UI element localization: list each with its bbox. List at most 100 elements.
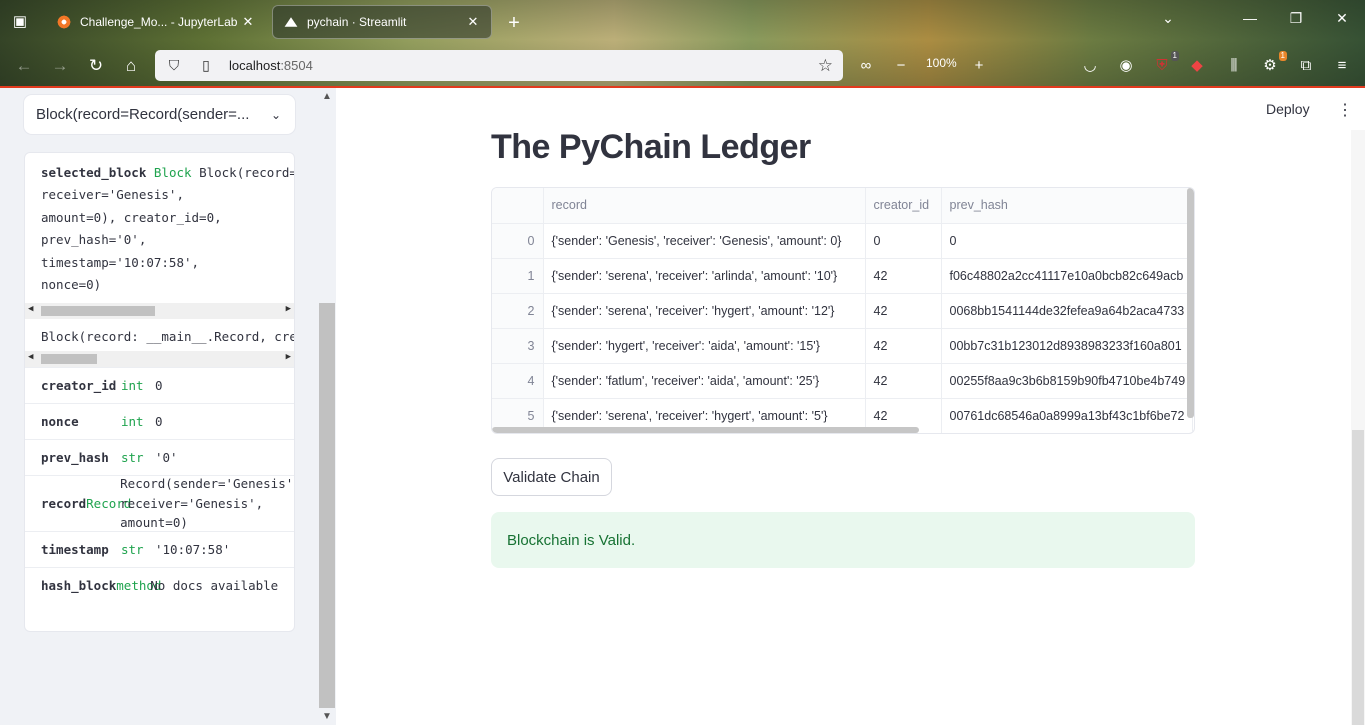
cell-creator-id[interactable]: 42 xyxy=(865,258,942,294)
attribute-type: str xyxy=(121,450,144,465)
validate-chain-button[interactable]: Validate Chain xyxy=(491,458,612,496)
scroll-thumb[interactable] xyxy=(41,354,97,364)
tab-list-icon[interactable]: ▣ xyxy=(6,10,34,34)
attribute-name: record xyxy=(41,496,87,511)
zoom-in-icon[interactable]: + xyxy=(968,55,990,77)
scroll-thumb[interactable] xyxy=(319,303,335,708)
cell-record[interactable]: {'sender': 'fatlum', 'receiver': 'aida',… xyxy=(543,363,866,399)
cell-creator-id[interactable]: 42 xyxy=(865,363,942,399)
cell-record[interactable]: {'sender': 'serena', 'receiver': 'arlind… xyxy=(543,258,866,294)
cell-prev-hash[interactable]: 0068bb1541144de32fefea9a64b2aca4733 xyxy=(941,293,1193,329)
puzzle-icon[interactable]: ⧉ xyxy=(1295,55,1317,77)
sidebar-scrollbar[interactable]: ▲ ▼ xyxy=(318,88,336,725)
cell-record[interactable]: {'sender': 'hygert', 'receiver': 'aida',… xyxy=(543,328,866,364)
jupyter-icon xyxy=(56,14,72,30)
scroll-left-icon[interactable]: ◀ xyxy=(28,304,33,314)
attribute-row: prev_hash str '0' xyxy=(25,439,294,475)
tab-overflow-chevron-icon[interactable]: ⌄ xyxy=(1156,10,1180,27)
attribute-name: hash_block xyxy=(41,578,117,593)
zoom-level[interactable]: 100% xyxy=(926,56,957,70)
column-header-creator-id[interactable]: creator_id xyxy=(865,188,942,224)
cell-creator-id[interactable]: 42 xyxy=(865,293,942,329)
cell-creator-id[interactable]: 42 xyxy=(865,328,942,364)
scroll-left-icon[interactable]: ◀ xyxy=(28,352,33,362)
row-index: 0 xyxy=(492,223,544,259)
address-bar[interactable]: ⛉ ▯ localhost:8504 ☆ xyxy=(155,50,843,81)
table-row: 4 {'sender': 'fatlum', 'receiver': 'aida… xyxy=(492,363,1193,399)
attribute-type: str xyxy=(121,542,144,557)
scroll-down-icon[interactable]: ▼ xyxy=(322,711,332,722)
reload-icon[interactable]: ↻ xyxy=(84,54,108,78)
pocket-icon[interactable]: ◡ xyxy=(1079,55,1101,77)
table-row: 1 {'sender': 'serena', 'receiver': 'arli… xyxy=(492,258,1193,294)
success-alert: Blockchain is Valid. xyxy=(491,512,1195,568)
scroll-up-icon[interactable]: ▲ xyxy=(322,91,332,102)
attribute-type: int xyxy=(121,414,144,429)
main-scrollbar[interactable] xyxy=(1351,130,1365,725)
cell-prev-hash[interactable]: 00255f8aa9c3b6b8159b90fb4710be4b749 xyxy=(941,363,1193,399)
accent-line xyxy=(0,86,1365,88)
ledger-dataframe[interactable]: record creator_id prev_hash 0 {'sender':… xyxy=(491,187,1195,434)
private-mask-icon[interactable]: ∞ xyxy=(855,55,877,77)
table-horizontal-scrollbar[interactable] xyxy=(492,427,919,433)
deploy-button[interactable]: Deploy xyxy=(1266,101,1310,117)
ublock-icon[interactable]: ⛨ 1 xyxy=(1151,51,1179,77)
cell-prev-hash[interactable]: 0 xyxy=(941,223,1193,259)
url-host: localhost xyxy=(229,58,281,73)
bookmark-star-icon[interactable]: ☆ xyxy=(818,56,833,76)
column-header-index[interactable] xyxy=(492,188,544,224)
browser-chrome: ▣ Challenge_Mo... - JupyterLab ✕ pychain… xyxy=(0,0,1365,88)
scroll-right-icon[interactable]: ▶ xyxy=(286,352,291,362)
block-selectbox[interactable]: Block(record=Record(sender=... ⌄ xyxy=(24,95,295,134)
horizontal-scrollbar[interactable]: ◀ ▶ xyxy=(25,303,294,319)
repr-line: Block(record=Record(sender='Genesis', xyxy=(199,165,294,180)
extension-red-icon[interactable]: ◆ xyxy=(1186,55,1208,77)
table-header-row: record creator_id prev_hash xyxy=(492,188,1193,224)
restore-icon[interactable]: ❐ xyxy=(1284,10,1308,27)
attribute-row: record Record Record(sender='Genesis', r… xyxy=(25,475,294,531)
close-icon[interactable]: ✕ xyxy=(465,14,481,30)
cell-record[interactable]: {'sender': 'serena', 'receiver': 'hygert… xyxy=(543,293,866,329)
extension-badge: 1 xyxy=(1278,51,1287,61)
extension-icon[interactable]: ⚙ 1 xyxy=(1259,51,1287,77)
page-icon[interactable]: ▯ xyxy=(197,57,215,74)
home-icon[interactable]: ⌂ xyxy=(119,54,143,78)
cell-prev-hash[interactable]: 00bb7c31b123012d8938983233f160a801 xyxy=(941,328,1193,364)
close-window-icon[interactable]: ✕ xyxy=(1330,10,1354,27)
tab-title: Challenge_Mo... - JupyterLab xyxy=(80,15,238,29)
scroll-thumb[interactable] xyxy=(41,306,155,316)
variable-type: Block xyxy=(153,165,192,180)
tab-streamlit[interactable]: pychain · Streamlit ✕ xyxy=(272,5,492,39)
repr-line: prev_hash='0', xyxy=(41,232,147,248)
cell-record[interactable]: {'sender': 'Genesis', 'receiver': 'Genes… xyxy=(543,223,866,259)
scroll-thumb[interactable] xyxy=(1352,430,1364,725)
forward-icon[interactable]: → xyxy=(48,54,72,78)
column-header-record[interactable]: record xyxy=(543,188,866,224)
column-header-prev-hash[interactable]: prev_hash xyxy=(941,188,1193,224)
attribute-name: prev_hash xyxy=(41,450,109,465)
scroll-right-icon[interactable]: ▶ xyxy=(286,304,291,314)
minimize-icon[interactable]: — xyxy=(1238,10,1262,26)
table-vertical-scrollbar[interactable] xyxy=(1187,188,1194,418)
signature: Block(record: __main__.Record, creator_i… xyxy=(41,329,294,344)
new-tab-button[interactable]: + xyxy=(502,12,526,36)
hamburger-menu-icon[interactable]: ≡ xyxy=(1331,55,1353,77)
zoom-out-icon[interactable]: − xyxy=(890,55,912,77)
url-text[interactable]: localhost:8504 xyxy=(229,58,818,73)
account-icon[interactable]: ◉ xyxy=(1115,55,1137,77)
repr-line: nonce=0) xyxy=(41,277,102,293)
main-menu-icon[interactable]: ⋮ xyxy=(1337,100,1353,120)
library-icon[interactable]: ⫼ xyxy=(1223,55,1245,77)
streamlit-icon xyxy=(284,17,298,27)
horizontal-scrollbar[interactable]: ◀ ▶ xyxy=(25,351,294,367)
shield-icon[interactable]: ⛉ xyxy=(165,57,183,74)
cell-creator-id[interactable]: 0 xyxy=(865,223,942,259)
back-icon[interactable]: ← xyxy=(12,54,36,78)
cell-prev-hash[interactable]: 00761dc68546a0a8999a13bf43c1bf6be72 xyxy=(941,398,1193,433)
close-icon[interactable]: ✕ xyxy=(240,14,256,30)
tab-jupyterlab[interactable]: Challenge_Mo... - JupyterLab ✕ xyxy=(46,5,266,39)
chevron-down-icon: ⌄ xyxy=(270,107,282,122)
attribute-value: No docs available xyxy=(150,578,279,593)
attribute-value: '10:07:58' xyxy=(155,542,231,557)
cell-prev-hash[interactable]: f06c48802a2cc41117e10a0bcb82c649acb xyxy=(941,258,1193,294)
